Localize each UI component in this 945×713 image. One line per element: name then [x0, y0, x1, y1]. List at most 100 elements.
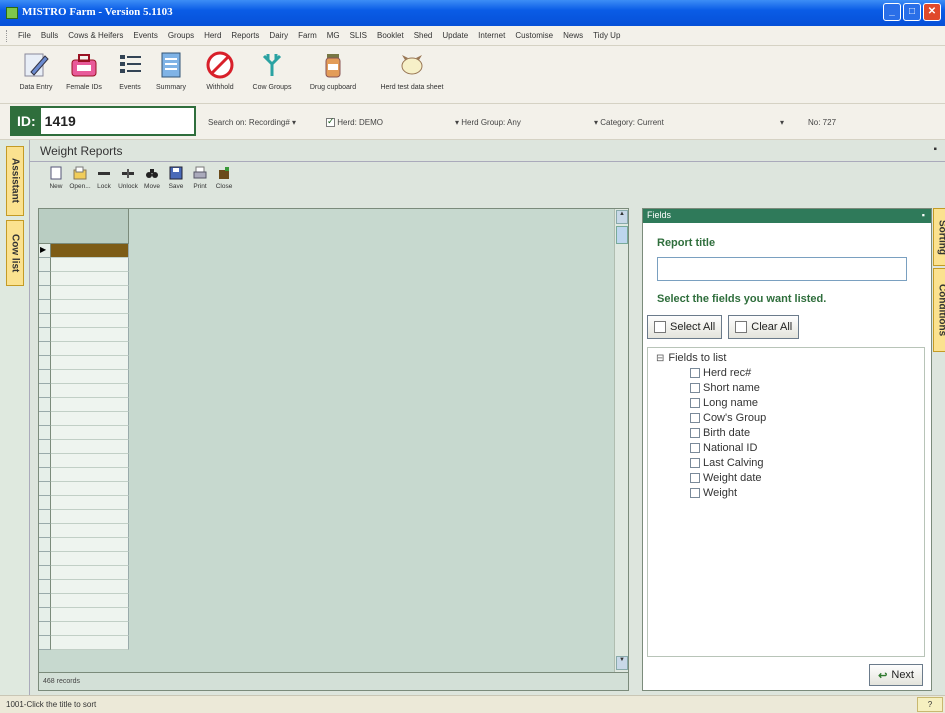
data-entry-button[interactable]: Data Entry — [18, 50, 54, 91]
menu-mg[interactable]: MG — [322, 31, 345, 40]
select-all-button[interactable]: Select All — [647, 315, 723, 339]
field-checkbox[interactable] — [690, 488, 700, 498]
withhold-button[interactable]: Withhold — [200, 50, 240, 91]
table-cell[interactable] — [51, 384, 129, 398]
row-selector[interactable] — [39, 258, 51, 272]
row-selector[interactable] — [39, 552, 51, 566]
table-cell[interactable] — [51, 440, 129, 454]
table-cell[interactable] — [51, 594, 129, 608]
menu-tidy-up[interactable]: Tidy Up — [588, 31, 625, 40]
table-cell[interactable] — [51, 258, 129, 272]
tree-root[interactable]: ⊟ Fields to list — [656, 352, 916, 364]
table-cell-selected[interactable] — [51, 244, 129, 258]
table-cell[interactable] — [51, 300, 129, 314]
row-selector[interactable] — [39, 496, 51, 510]
table-cell[interactable] — [51, 580, 129, 594]
fields-pin-icon[interactable]: ▪ — [922, 210, 925, 220]
table-cell[interactable] — [51, 566, 129, 580]
row-selector[interactable] — [39, 538, 51, 552]
maximize-icon[interactable]: □ — [903, 3, 921, 21]
drug-cupboard-button[interactable]: Drug cupboard — [305, 50, 361, 91]
row-selector[interactable] — [39, 440, 51, 454]
move-button[interactable]: Move — [140, 166, 164, 190]
save-button[interactable]: Save — [164, 166, 188, 190]
print-button[interactable]: Print — [188, 166, 212, 190]
table-cell[interactable] — [51, 608, 129, 622]
menu-slis[interactable]: SLIS — [345, 31, 372, 40]
scroll-thumb[interactable] — [616, 226, 628, 244]
herd-group-dropdown[interactable]: ▾ Herd Group: Any — [455, 118, 521, 127]
table-cell[interactable] — [51, 412, 129, 426]
menu-bulls[interactable]: Bulls — [36, 31, 63, 40]
table-cell[interactable] — [51, 622, 129, 636]
field-weight[interactable]: Weight — [690, 487, 916, 499]
table-cell[interactable] — [51, 552, 129, 566]
field-weight-date[interactable]: Weight date — [690, 472, 916, 484]
menu-events[interactable]: Events — [128, 31, 162, 40]
menu-groups[interactable]: Groups — [163, 31, 199, 40]
menu-dairy[interactable]: Dairy — [264, 31, 293, 40]
field-last-calving[interactable]: Last Calving — [690, 457, 916, 469]
field-checkbox[interactable] — [690, 428, 700, 438]
row-selector[interactable] — [39, 370, 51, 384]
tab-assistant[interactable]: Assistant — [6, 146, 24, 216]
field-national-id[interactable]: National ID — [690, 442, 916, 454]
row-selector[interactable] — [39, 524, 51, 538]
row-selector[interactable] — [39, 608, 51, 622]
row-selector[interactable] — [39, 454, 51, 468]
row-selector[interactable] — [39, 580, 51, 594]
collapse-icon[interactable]: ⊟ — [656, 353, 664, 364]
field-herd-rec[interactable]: Herd rec# — [690, 367, 916, 379]
pin-icon[interactable]: ▪ — [933, 144, 937, 155]
female-ids-button[interactable]: Female IDs — [62, 50, 106, 91]
menu-reports[interactable]: Reports — [226, 31, 264, 40]
row-selector-current[interactable] — [39, 244, 51, 258]
table-cell[interactable] — [51, 426, 129, 440]
row-selector[interactable] — [39, 328, 51, 342]
menu-booklet[interactable]: Booklet — [372, 31, 409, 40]
herd-filter[interactable]: Herd: DEMO — [326, 116, 383, 128]
row-selector[interactable] — [39, 384, 51, 398]
new-button[interactable]: New — [44, 166, 68, 190]
events-button[interactable]: Events — [115, 50, 145, 91]
field-checkbox[interactable] — [690, 383, 700, 393]
table-cell[interactable] — [51, 454, 129, 468]
open-button[interactable]: Open... — [68, 166, 92, 190]
close-icon[interactable]: ✕ — [923, 3, 941, 21]
table-cell[interactable] — [51, 496, 129, 510]
row-selector[interactable] — [39, 636, 51, 650]
row-selector[interactable] — [39, 468, 51, 482]
tab-cow-list[interactable]: Cow list — [6, 220, 24, 286]
row-selector[interactable] — [39, 566, 51, 580]
report-title-input[interactable] — [657, 257, 907, 281]
category-dropdown-arrow[interactable]: ▾ — [780, 118, 784, 127]
field-checkbox[interactable] — [690, 398, 700, 408]
menu-update[interactable]: Update — [437, 31, 473, 40]
cow-groups-button[interactable]: Cow Groups — [247, 50, 297, 91]
row-selector[interactable] — [39, 300, 51, 314]
minimize-icon[interactable]: _ — [883, 3, 901, 21]
table-cell[interactable] — [51, 398, 129, 412]
help-icon[interactable]: ? — [917, 697, 943, 712]
row-selector[interactable] — [39, 412, 51, 426]
field-checkbox[interactable] — [690, 368, 700, 378]
close-button[interactable]: Close — [212, 166, 236, 190]
scroll-up-icon[interactable]: ▲ — [616, 210, 628, 224]
row-selector[interactable] — [39, 314, 51, 328]
clear-all-button[interactable]: Clear All — [728, 315, 800, 339]
table-cell[interactable] — [51, 272, 129, 286]
table-cell[interactable] — [51, 468, 129, 482]
summary-button[interactable]: Summary — [150, 50, 192, 91]
menu-internet[interactable]: Internet — [473, 31, 510, 40]
next-button[interactable]: ↩ Next — [869, 664, 923, 686]
category-dropdown[interactable]: ▾ Category: Current — [594, 118, 664, 127]
table-cell[interactable] — [51, 356, 129, 370]
row-selector[interactable] — [39, 482, 51, 496]
table-cell[interactable] — [51, 482, 129, 496]
tab-sorting[interactable]: Sorting — [933, 208, 945, 266]
row-selector[interactable] — [39, 272, 51, 286]
row-selector[interactable] — [39, 594, 51, 608]
field-long-name[interactable]: Long name — [690, 397, 916, 409]
row-selector[interactable] — [39, 510, 51, 524]
table-cell[interactable] — [51, 286, 129, 300]
